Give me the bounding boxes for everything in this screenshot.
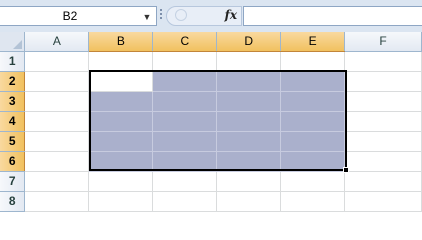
cell-f3[interactable] xyxy=(344,91,422,112)
cell-b2-active[interactable] xyxy=(88,71,154,92)
formula-bar-splitter[interactable] xyxy=(160,8,163,24)
cell-e7[interactable] xyxy=(280,171,346,192)
row-header-8[interactable]: 8 xyxy=(0,191,26,212)
fill-handle[interactable] xyxy=(343,167,349,173)
cell-e6[interactable] xyxy=(280,151,346,172)
cell-b6[interactable] xyxy=(88,151,154,172)
cell-f2[interactable] xyxy=(344,71,422,92)
cancel-icon xyxy=(175,9,187,21)
cell-a1[interactable] xyxy=(24,51,90,72)
select-all-button[interactable] xyxy=(0,32,26,52)
worksheet-grid[interactable]: A B C D E F 1 2 3 4 5 6 7 8 xyxy=(0,32,422,212)
cell-b8[interactable] xyxy=(88,191,154,212)
sheet-table: A B C D E F 1 2 3 4 5 6 7 8 xyxy=(0,32,422,212)
cell-c7[interactable] xyxy=(152,171,218,192)
cell-d4[interactable] xyxy=(216,111,282,132)
cell-a5[interactable] xyxy=(24,131,90,152)
cell-c3[interactable] xyxy=(152,91,218,112)
cell-e1[interactable] xyxy=(280,51,346,72)
cell-e3[interactable] xyxy=(280,91,346,112)
column-header-b[interactable]: B xyxy=(88,32,154,52)
cell-f4[interactable] xyxy=(344,111,422,132)
cell-d3[interactable] xyxy=(216,91,282,112)
name-box-dropdown-icon[interactable]: ▼ xyxy=(141,10,153,24)
cell-c2[interactable] xyxy=(152,71,218,92)
cell-e5[interactable] xyxy=(280,131,346,152)
cell-b1[interactable] xyxy=(88,51,154,72)
cell-b7[interactable] xyxy=(88,171,154,192)
insert-function-icon[interactable]: fx xyxy=(225,8,237,22)
cell-b3[interactable] xyxy=(88,91,154,112)
cell-c4[interactable] xyxy=(152,111,218,132)
cell-d1[interactable] xyxy=(216,51,282,72)
cell-c1[interactable] xyxy=(152,51,218,72)
column-header-a[interactable]: A xyxy=(24,32,90,52)
cell-c8[interactable] xyxy=(152,191,218,212)
cell-f5[interactable] xyxy=(344,131,422,152)
cell-b4[interactable] xyxy=(88,111,154,132)
cell-a4[interactable] xyxy=(24,111,90,132)
cell-d8[interactable] xyxy=(216,191,282,212)
cell-d5[interactable] xyxy=(216,131,282,152)
cell-c5[interactable] xyxy=(152,131,218,152)
row-header-6[interactable]: 6 xyxy=(0,151,26,172)
formula-bar: B2 ▼ fx xyxy=(0,0,422,33)
cell-a6[interactable] xyxy=(24,151,90,172)
row-header-1[interactable]: 1 xyxy=(0,51,26,72)
cell-f7[interactable] xyxy=(344,171,422,192)
row-header-3[interactable]: 3 xyxy=(0,91,26,112)
cell-f1[interactable] xyxy=(344,51,422,72)
cell-d7[interactable] xyxy=(216,171,282,192)
row-header-2[interactable]: 2 xyxy=(0,71,26,92)
cell-a8[interactable] xyxy=(24,191,90,212)
formula-buttons: fx xyxy=(166,6,242,26)
cell-d6[interactable] xyxy=(216,151,282,172)
cell-a7[interactable] xyxy=(24,171,90,192)
cell-d2[interactable] xyxy=(216,71,282,92)
column-header-f[interactable]: F xyxy=(344,32,422,52)
row-header-4[interactable]: 4 xyxy=(0,111,26,132)
cell-f6[interactable] xyxy=(344,151,422,172)
cell-f8[interactable] xyxy=(344,191,422,212)
cell-e2[interactable] xyxy=(280,71,346,92)
row-header-5[interactable]: 5 xyxy=(0,131,26,152)
cell-a2[interactable] xyxy=(24,71,90,92)
name-box[interactable]: B2 ▼ xyxy=(0,6,157,26)
cell-e4[interactable] xyxy=(280,111,346,132)
cell-a3[interactable] xyxy=(24,91,90,112)
cell-c6[interactable] xyxy=(152,151,218,172)
row-header-7[interactable]: 7 xyxy=(0,171,26,192)
cell-e8[interactable] xyxy=(280,191,346,212)
column-header-c[interactable]: C xyxy=(152,32,218,52)
cell-b5[interactable] xyxy=(88,131,154,152)
column-header-e[interactable]: E xyxy=(280,32,346,52)
name-box-value[interactable]: B2 xyxy=(0,9,140,23)
column-header-d[interactable]: D xyxy=(216,32,282,52)
formula-input[interactable] xyxy=(243,6,422,26)
